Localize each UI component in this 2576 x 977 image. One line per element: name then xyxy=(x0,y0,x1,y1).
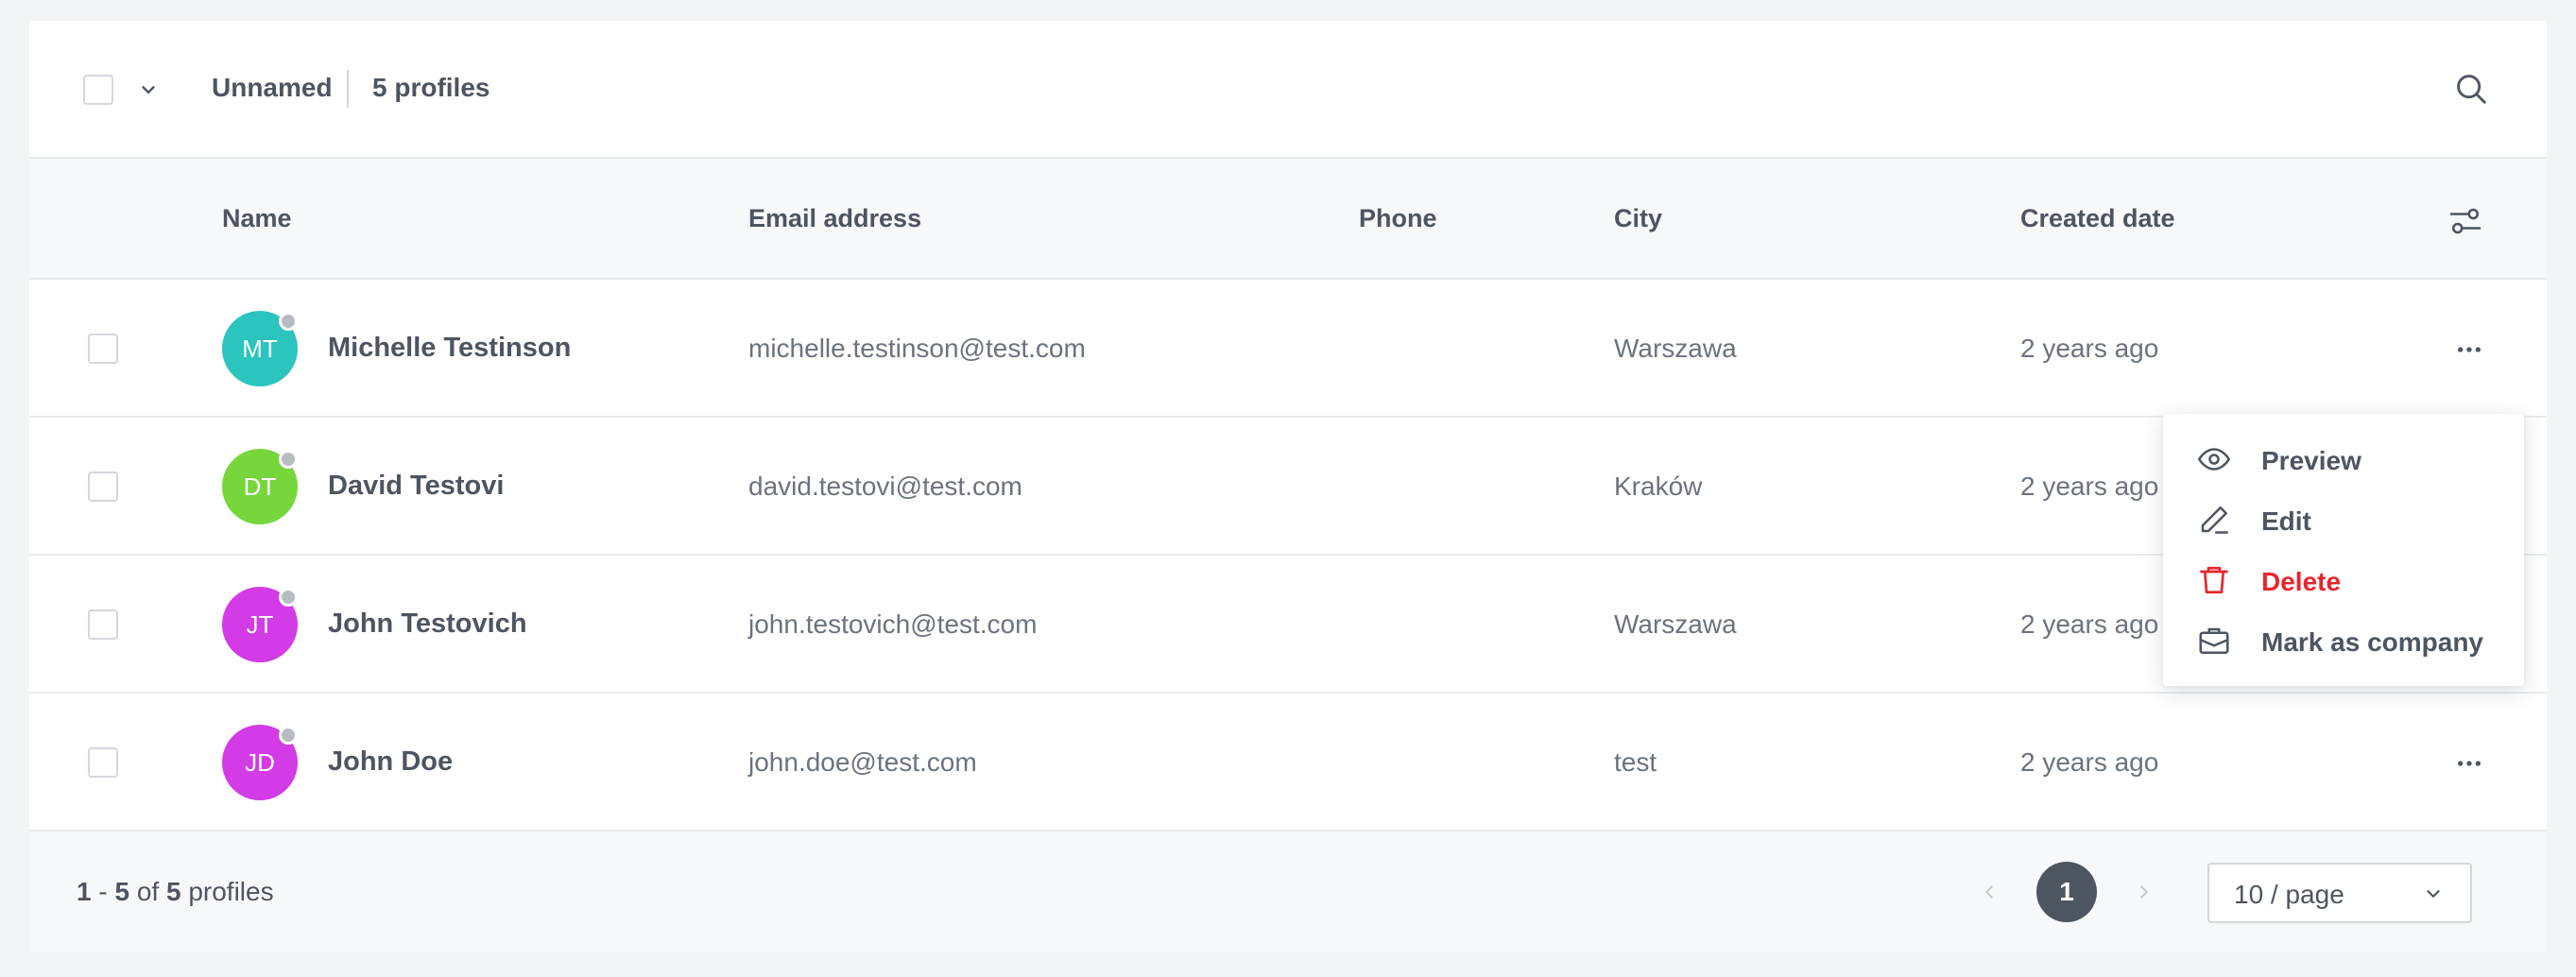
avatar-initials: MT xyxy=(242,334,278,363)
menu-item-preview[interactable]: Preview xyxy=(2163,429,2524,489)
avatar-initials: JT xyxy=(246,609,274,639)
profile-email: john.testovich@test.com xyxy=(748,609,1038,639)
status-dot xyxy=(279,450,298,469)
menu-item-label: Delete xyxy=(2261,567,2342,596)
pencil-icon xyxy=(2197,503,2231,537)
trash-icon xyxy=(2197,563,2231,597)
status-dot xyxy=(279,726,298,745)
row-more-button[interactable] xyxy=(2448,329,2490,370)
profile-name[interactable]: John Testovich xyxy=(328,608,527,640)
column-header-name[interactable]: Name xyxy=(222,204,292,233)
menu-item-label: Preview xyxy=(2261,446,2361,475)
menu-item-edit[interactable]: Edit xyxy=(2163,489,2524,550)
briefcase-icon xyxy=(2197,624,2231,658)
profile-name[interactable]: John Doe xyxy=(328,746,453,778)
of-label: of xyxy=(136,877,160,906)
select-options-dropdown[interactable] xyxy=(133,75,163,105)
table-row[interactable]: MT Michelle Testinson michelle.testinson… xyxy=(29,280,2547,418)
profile-created-date: 2 years ago xyxy=(2020,471,2159,501)
status-dot xyxy=(279,588,298,607)
profile-created-date: 2 years ago xyxy=(2020,747,2159,777)
table-row[interactable]: JD John Doe john.doe@test.com test 2 yea… xyxy=(29,694,2547,831)
row-more-button[interactable] xyxy=(2448,743,2490,784)
range-total: 5 xyxy=(165,877,181,906)
chevron-down-icon xyxy=(2419,880,2447,908)
profile-created-date: 2 years ago xyxy=(2020,334,2159,363)
row-checkbox[interactable] xyxy=(88,609,118,640)
profiles-table-card: Unnamed 5 profiles Name Email address Ph… xyxy=(29,21,2547,952)
profile-email: david.testovi@test.com xyxy=(748,471,1022,501)
status-dot xyxy=(279,312,298,331)
page-size-value: 10 / page xyxy=(2234,880,2344,909)
more-horizontal-icon xyxy=(2458,761,2481,766)
chevron-left-icon xyxy=(1985,885,1993,899)
column-settings-button[interactable] xyxy=(2445,200,2486,242)
previous-page-button[interactable] xyxy=(1970,873,2008,911)
page-size-select[interactable]: 10 / page xyxy=(2207,863,2472,923)
row-actions-menu: Preview Edit Delete Mark as company xyxy=(2163,414,2524,686)
profile-email: michelle.testinson@test.com xyxy=(748,334,1086,363)
profile-name[interactable]: David Testovi xyxy=(328,471,504,502)
page-button-current[interactable]: 1 xyxy=(2036,862,2097,922)
menu-item-mark-as-company[interactable]: Mark as company xyxy=(2163,610,2524,671)
range-start: 1 xyxy=(77,877,92,906)
profile-city: test xyxy=(1614,747,1657,777)
menu-item-delete[interactable]: Delete xyxy=(2163,550,2524,610)
unit-label: profiles xyxy=(188,877,274,906)
search-button[interactable] xyxy=(2450,68,2492,110)
header-divider xyxy=(347,70,349,108)
column-header-city[interactable]: City xyxy=(1614,204,1662,233)
more-horizontal-icon xyxy=(2458,347,2481,352)
table-toolbar: Unnamed 5 profiles xyxy=(29,21,2547,159)
next-page-button[interactable] xyxy=(2125,873,2163,911)
search-icon xyxy=(2457,75,2486,104)
profile-created-date: 2 years ago xyxy=(2020,609,2159,639)
pagination-summary: 1 - 5 of 5 profiles xyxy=(77,877,274,906)
select-all-checkbox[interactable] xyxy=(83,75,113,105)
profile-city: Kraków xyxy=(1614,471,1703,501)
avatar-initials: JD xyxy=(245,747,275,777)
row-checkbox[interactable] xyxy=(88,334,118,364)
profile-email: john.doe@test.com xyxy=(748,747,977,777)
chevron-down-icon xyxy=(142,86,155,94)
row-checkbox[interactable] xyxy=(88,747,118,778)
column-header-created[interactable]: Created date xyxy=(2020,204,2175,233)
table-footer: 1 - 5 of 5 profiles 1 10 / page xyxy=(29,831,2547,952)
column-header-phone[interactable]: Phone xyxy=(1359,204,1437,233)
menu-item-label: Mark as company xyxy=(2261,627,2483,657)
eye-icon xyxy=(2197,442,2231,476)
range-end: 5 xyxy=(114,877,130,906)
profile-city: Warszawa xyxy=(1614,334,1737,363)
chevron-right-icon xyxy=(2140,885,2148,899)
sliders-icon xyxy=(2449,208,2482,234)
row-checkbox[interactable] xyxy=(88,471,118,502)
menu-item-label: Edit xyxy=(2261,506,2311,536)
segment-title: Unnamed xyxy=(212,73,333,102)
avatar-initials: DT xyxy=(243,471,277,501)
profile-city: Warszawa xyxy=(1614,609,1737,639)
profile-name[interactable]: Michelle Testinson xyxy=(328,333,571,364)
column-header-email[interactable]: Email address xyxy=(748,204,921,233)
profile-count: 5 profiles xyxy=(372,73,490,102)
table-header: Name Email address Phone City Created da… xyxy=(29,159,2547,280)
